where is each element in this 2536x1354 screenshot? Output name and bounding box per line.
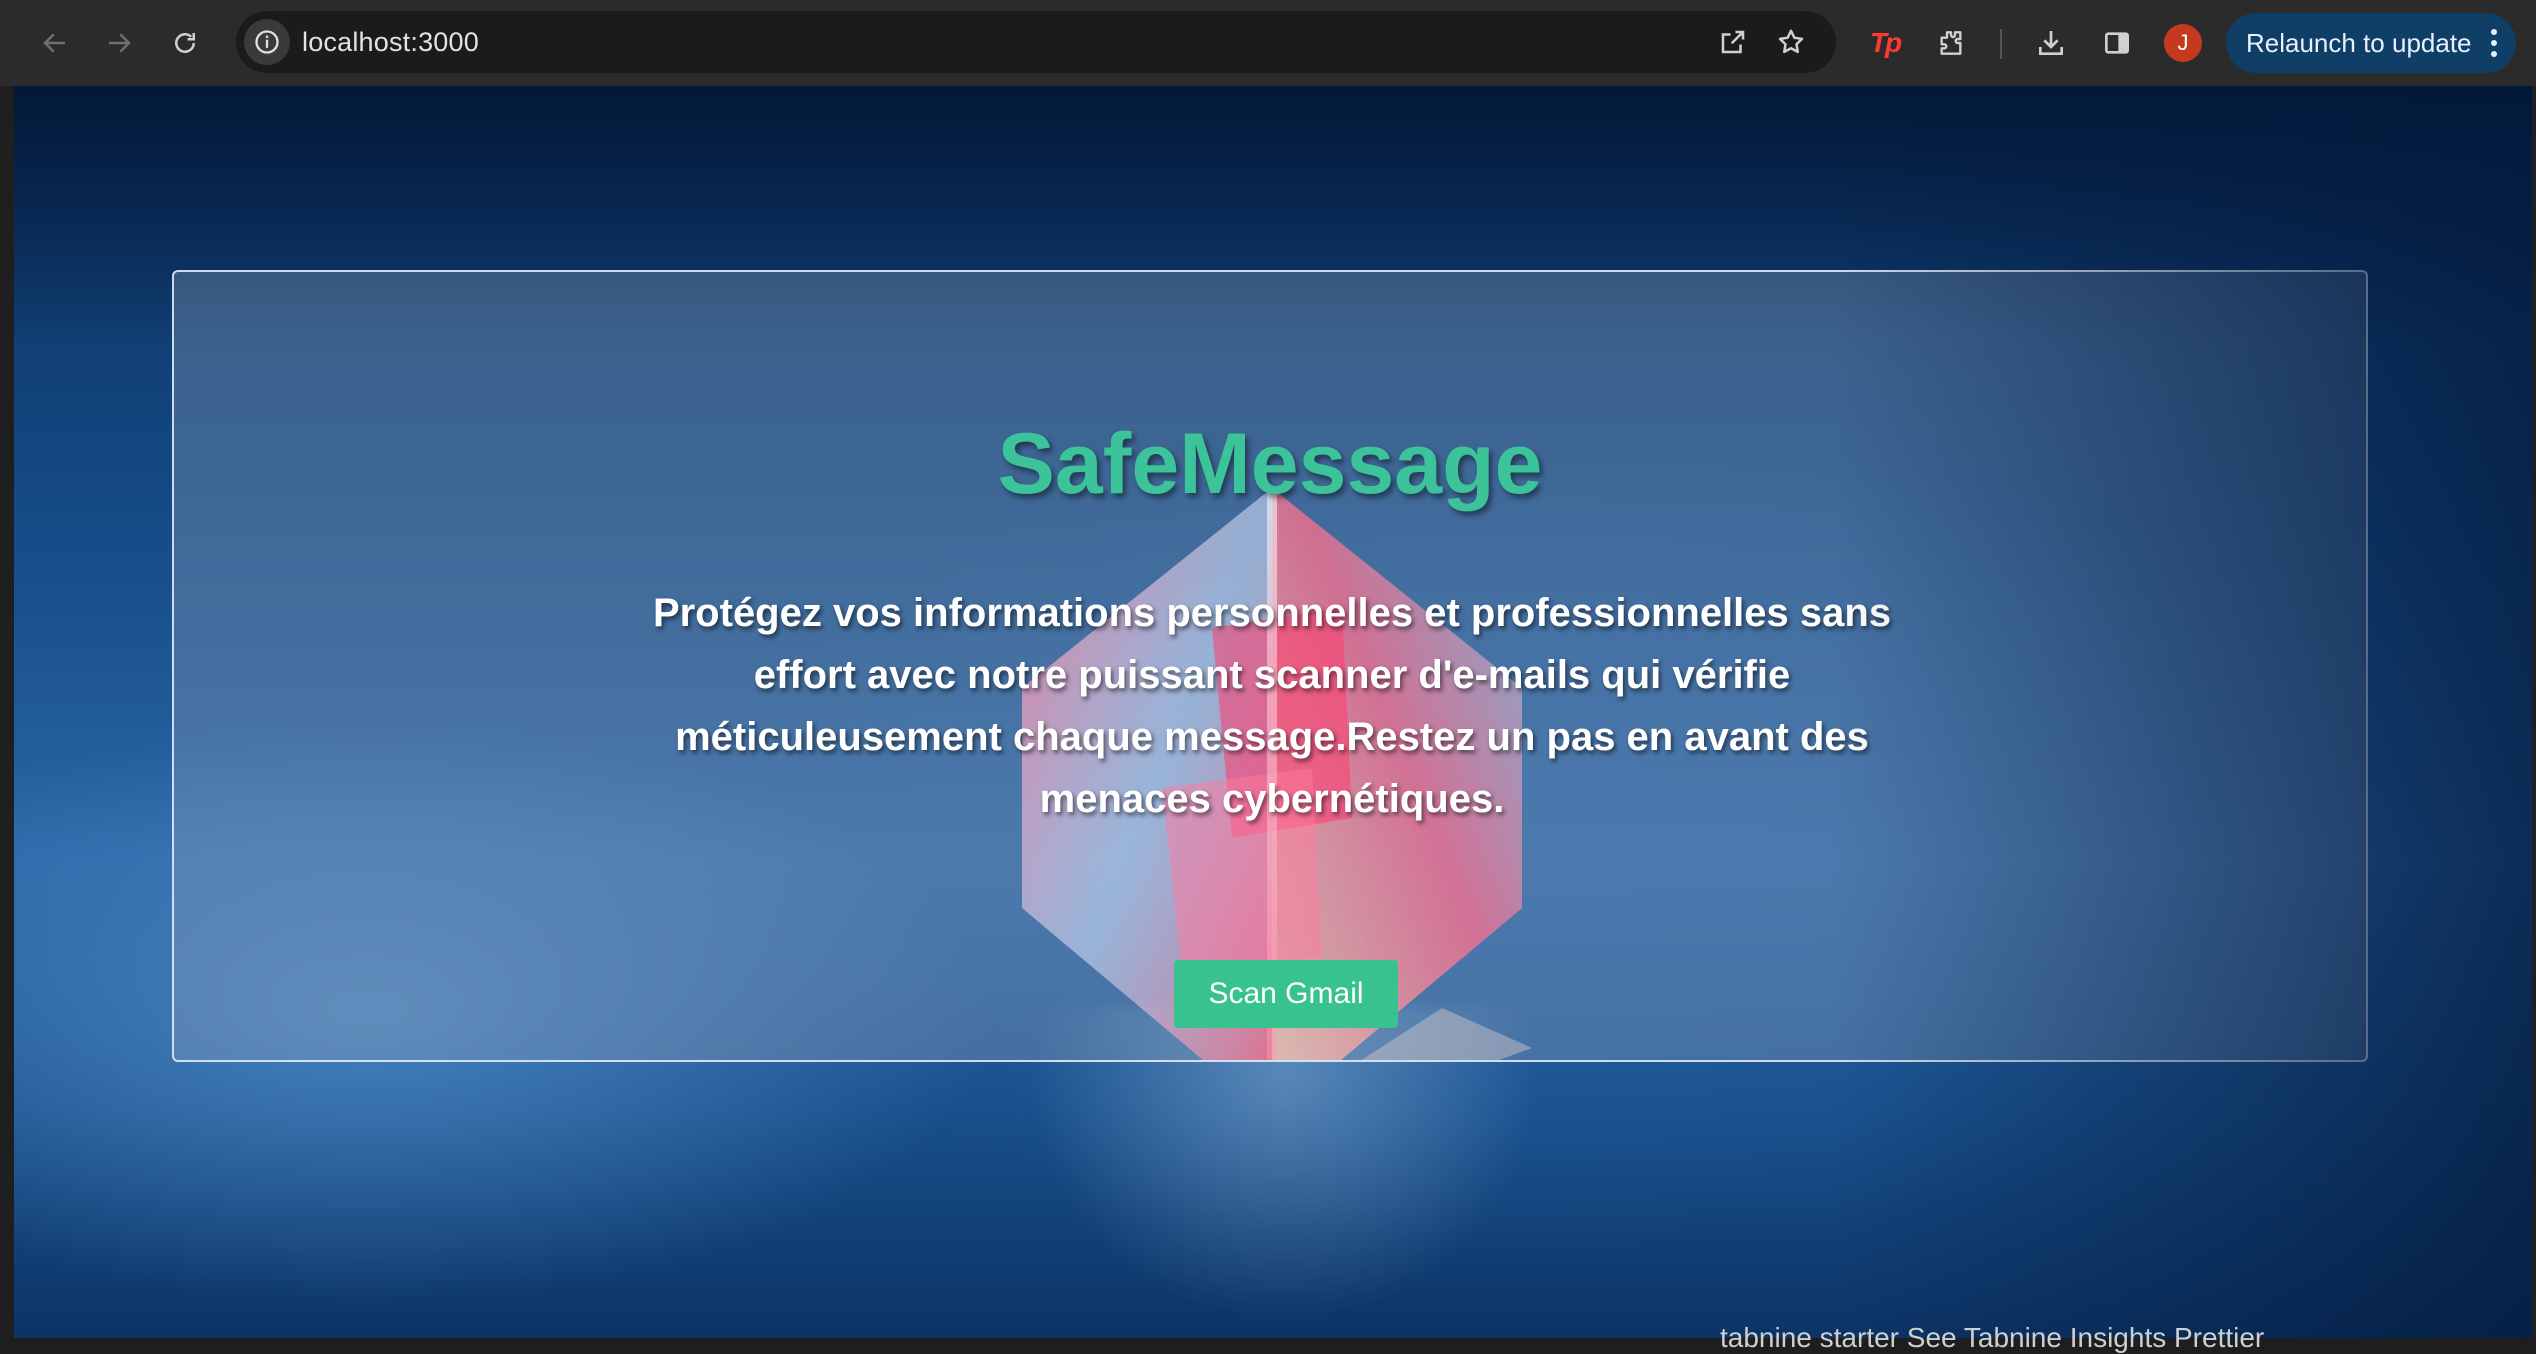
app-title: SafeMessage <box>997 416 1543 512</box>
status-strip-text: tabnine starter See Tabnine Insights Pre… <box>1720 1322 2265 1353</box>
browser-toolbar: localhost:3000 Tp J Relaunch to update <box>0 0 2536 86</box>
reload-button[interactable] <box>160 18 210 68</box>
toolbar-divider <box>2000 29 2002 59</box>
hero-card: SafeMessage Protégez vos informations pe… <box>172 270 2368 1062</box>
scan-gmail-button[interactable]: Scan Gmail <box>1174 960 1398 1028</box>
open-in-new-icon[interactable] <box>1714 23 1752 61</box>
site-info-icon[interactable] <box>244 19 290 65</box>
relaunch-button[interactable]: Relaunch to update <box>2226 13 2516 73</box>
extensions-puzzle-icon[interactable] <box>1930 22 1972 64</box>
arrow-right-icon <box>109 33 131 53</box>
address-bar[interactable]: localhost:3000 <box>236 11 1836 73</box>
back-button[interactable] <box>30 18 80 68</box>
profile-avatar[interactable]: J <box>2164 24 2202 62</box>
relaunch-label: Relaunch to update <box>2246 27 2472 58</box>
downloads-icon[interactable] <box>2030 22 2072 64</box>
bookmark-star-icon[interactable] <box>1772 23 1810 61</box>
app-description: Protégez vos informations personnelles e… <box>652 591 1892 821</box>
bottom-status-strip: tabnine starter See Tabnine Insights Pre… <box>0 1322 2536 1353</box>
side-panel-icon[interactable] <box>2096 22 2138 64</box>
tabnine-extension-icon[interactable]: Tp <box>1864 22 1906 64</box>
url-text[interactable]: localhost:3000 <box>302 27 479 57</box>
forward-button[interactable] <box>94 18 144 68</box>
more-vert-icon <box>2491 29 2497 57</box>
reload-icon <box>175 33 195 53</box>
arrow-left-icon <box>43 33 65 53</box>
page-viewport: SafeMessage Protégez vos informations pe… <box>14 86 2532 1338</box>
